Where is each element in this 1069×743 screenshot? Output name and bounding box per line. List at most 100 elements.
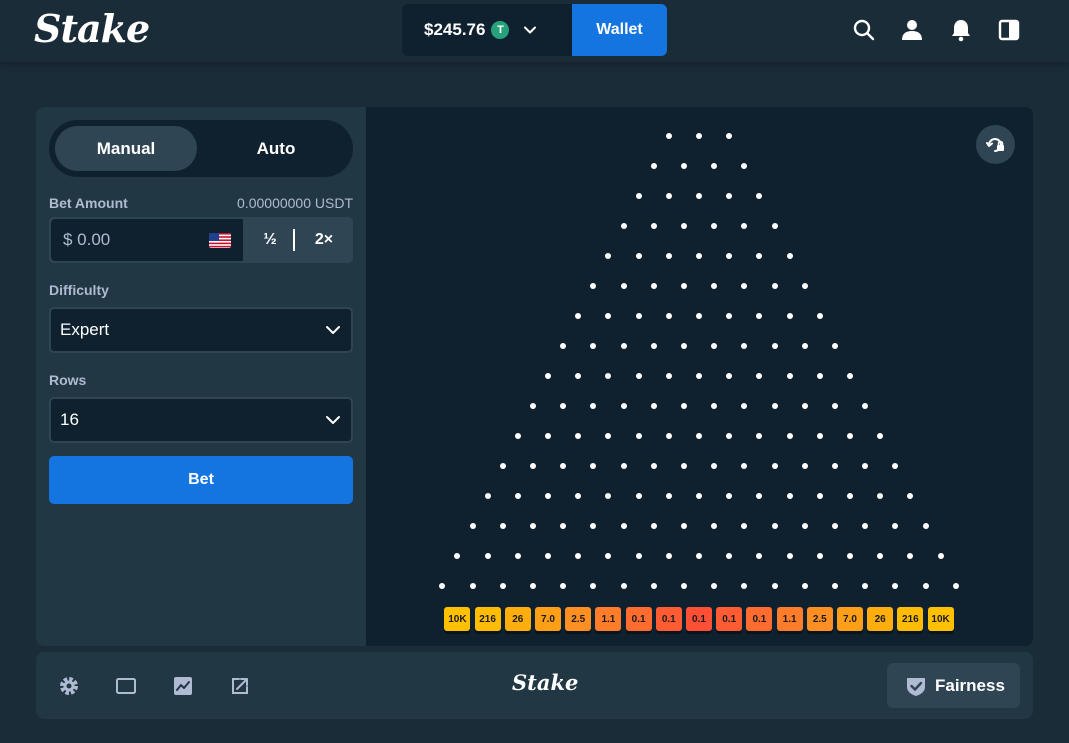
plinko-pin [726, 373, 732, 379]
theatre-mode-icon[interactable] [115, 675, 137, 697]
plinko-pin [621, 223, 627, 229]
plinko-pin [741, 463, 747, 469]
plinko-pin [711, 163, 717, 169]
plinko-pin [545, 493, 551, 499]
plinko-pin [636, 553, 642, 559]
settings-icon[interactable] [58, 675, 80, 697]
plinko-pin [741, 283, 747, 289]
multiplier-bucket: 0.1 [716, 607, 742, 631]
plinko-pin [877, 493, 883, 499]
bet-amount-crypto: 0.00000000 USDT [237, 195, 353, 211]
tab-auto[interactable]: Auto [205, 126, 347, 171]
plinko-pin [862, 583, 868, 589]
plinko-pin [696, 133, 702, 139]
plinko-pin [515, 433, 521, 439]
plinko-pin [605, 373, 611, 379]
plinko-pin [817, 373, 823, 379]
plinko-pin [651, 163, 657, 169]
plinko-pin [772, 283, 778, 289]
tab-manual[interactable]: Manual [55, 126, 197, 171]
plinko-pin [907, 553, 913, 559]
plinko-pin [500, 583, 506, 589]
bet-button[interactable]: Bet [49, 456, 353, 504]
plinko-pin [862, 463, 868, 469]
rows-select[interactable]: 16 [49, 397, 353, 443]
plinko-pin [651, 343, 657, 349]
stats-icon[interactable] [172, 675, 194, 697]
bet-amount-input[interactable]: $ 0.00 [51, 219, 243, 261]
plinko-pin [802, 343, 808, 349]
fairness-button[interactable]: Fairness [887, 663, 1020, 708]
plinko-pin [802, 583, 808, 589]
plinko-pin [651, 523, 657, 529]
plinko-pin [772, 523, 778, 529]
search-icon[interactable] [852, 18, 876, 42]
plinko-pin [530, 463, 536, 469]
plinko-pin [817, 313, 823, 319]
plinko-pin [651, 403, 657, 409]
bell-icon[interactable] [949, 18, 973, 42]
plinko-pin [787, 373, 793, 379]
plinko-pin [772, 463, 778, 469]
plinko-pin [545, 373, 551, 379]
plinko-pin [696, 373, 702, 379]
multiplier-bucket: 7.0 [535, 607, 561, 631]
plinko-pin [802, 283, 808, 289]
plinko-board: 10K216267.02.51.10.10.10.10.10.11.12.57.… [366, 107, 1033, 646]
stake-logo[interactable]: Stake [34, 6, 149, 51]
plinko-pin [575, 493, 581, 499]
plinko-pin [605, 493, 611, 499]
plinko-pin [515, 553, 521, 559]
chevron-down-icon [523, 23, 537, 37]
plinko-pin [696, 433, 702, 439]
multiplier-bucket: 26 [505, 607, 531, 631]
plinko-pin [741, 163, 747, 169]
plinko-pin [666, 253, 672, 259]
plinko-pin [817, 493, 823, 499]
plinko-pin [711, 463, 717, 469]
plinko-pin [605, 313, 611, 319]
difficulty-select[interactable]: Expert [49, 307, 353, 353]
plinko-pin [530, 403, 536, 409]
plinko-pin [590, 343, 596, 349]
stake-footer-logo: Stake [512, 670, 578, 695]
rows-label: Rows [49, 372, 86, 388]
plinko-pin [862, 523, 868, 529]
plinko-pin [787, 553, 793, 559]
game-footer: Stake Fairness [36, 652, 1033, 719]
balance-dropdown[interactable]: $245.76 T [402, 4, 572, 56]
plinko-pin [560, 523, 566, 529]
us-flag-icon [209, 233, 231, 248]
popout-icon[interactable] [229, 675, 251, 697]
chevron-down-icon [325, 413, 341, 427]
plinko-pin [545, 553, 551, 559]
plinko-pin [938, 553, 944, 559]
plinko-pin [575, 373, 581, 379]
live-stats-button[interactable] [976, 125, 1015, 164]
double-bet-button[interactable]: 2× [299, 219, 349, 261]
plinko-pin [756, 313, 762, 319]
half-bet-button[interactable]: ½ [245, 219, 295, 261]
plinko-pin [651, 283, 657, 289]
plinko-pin [756, 193, 762, 199]
plinko-pin [470, 523, 476, 529]
plinko-pin [892, 583, 898, 589]
user-icon[interactable] [900, 18, 924, 42]
plinko-pin [530, 523, 536, 529]
multiplier-bucket: 0.1 [626, 607, 652, 631]
balance-amount: $245.76 [424, 20, 485, 40]
plinko-pin [696, 193, 702, 199]
multiplier-bucket: 26 [867, 607, 893, 631]
plinko-pin [772, 403, 778, 409]
multiplier-bucket: 0.1 [746, 607, 772, 631]
plinko-pin [832, 343, 838, 349]
plinko-pin [787, 253, 793, 259]
plinko-pin [847, 373, 853, 379]
difficulty-label: Difficulty [49, 282, 109, 298]
wallet-button[interactable]: Wallet [572, 4, 667, 56]
multiplier-bucket: 216 [897, 607, 923, 631]
sidebar-toggle-icon[interactable] [997, 18, 1021, 42]
plinko-pin [756, 493, 762, 499]
plinko-pin [832, 403, 838, 409]
button-divider [293, 229, 295, 251]
